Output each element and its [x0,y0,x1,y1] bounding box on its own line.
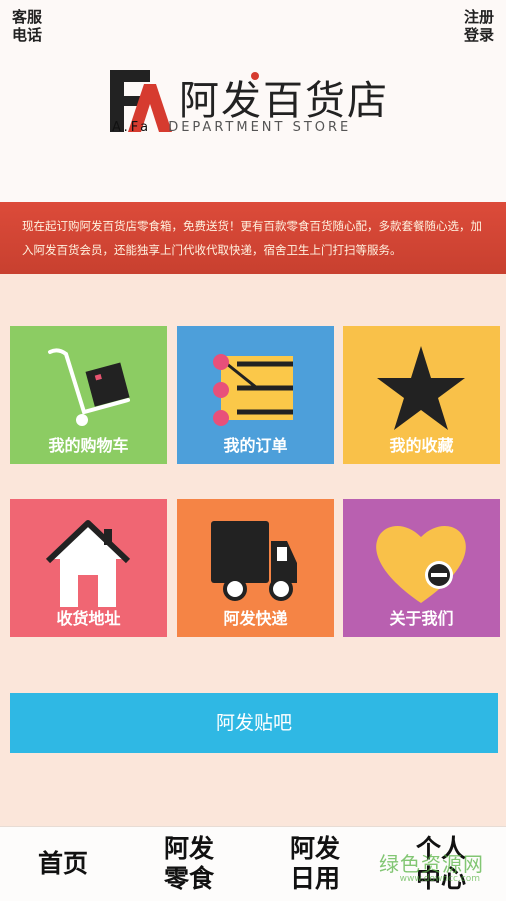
header: 客服 电话 注册 登录 阿发百货店 A.Fa DEPARTMENT STORE [0,0,506,202]
customer-service-link[interactable]: 客服 电话 [12,8,42,44]
nav-home-label: 首页 [37,849,88,878]
watermark-url: www.downcc.com [399,874,480,884]
logo-prefix-en: A.Fa [112,120,152,135]
register-login-link[interactable]: 注册 登录 [464,8,494,44]
forum-button[interactable]: 阿发贴吧 [10,693,498,753]
tile-my-orders[interactable]: 我的订单 [177,326,334,464]
logo-dot [251,72,259,80]
tile-label-cart: 我的购物车 [48,436,129,455]
tile-shopping-cart[interactable]: 我的购物车 [10,326,167,464]
watermark: 绿色资源网 [379,852,484,876]
logo-name-cn: 阿发百货店 [179,78,389,124]
tile-label-express: 阿发快递 [223,609,288,628]
tile-delivery-address[interactable]: 收货地址 [10,499,167,637]
tile-label-address: 收货地址 [56,609,121,628]
nav-daily-line1: 阿发 [289,834,340,863]
tile-label-favorites: 我的收藏 [389,436,454,455]
store-logo: 阿发百货店 A.Fa DEPARTMENT STORE [104,66,404,140]
house-icon [45,520,131,607]
nav-daily-line2: 日用 [289,864,340,893]
heart-icon [376,525,466,603]
register-line1: 注册 [463,8,494,26]
promo-notice: 现在起订购阿发百货店零食箱，免费送货！更有百款零食百货随心配，多款套餐随心选，加… [0,202,506,274]
nav-snacks-line2: 零食 [163,864,214,893]
service-line2: 电话 [12,26,43,44]
star-icon [377,346,465,430]
shopping-cart-icon [48,348,130,426]
logo-name-en: A.Fa DEPARTMENT STORE [112,120,351,135]
tile-label-about: 关于我们 [389,609,454,628]
nav-home[interactable]: 首页 [0,827,126,901]
tile-favorites[interactable]: 我的收藏 [343,326,500,464]
tile-label-orders: 我的订单 [223,436,288,455]
order-list-icon [213,354,293,426]
nav-snacks[interactable]: 阿发 零食 [126,827,252,901]
service-line1: 客服 [12,8,43,26]
nav-snacks-line1: 阿发 [163,834,214,863]
logo-store-en: DEPARTMENT STORE [168,120,352,135]
register-line2: 登录 [463,26,494,44]
nav-daily[interactable]: 阿发 日用 [252,827,378,901]
tile-about-us[interactable]: 关于我们 [343,499,500,637]
tile-express[interactable]: 阿发快递 [177,499,334,637]
truck-icon [211,521,297,601]
